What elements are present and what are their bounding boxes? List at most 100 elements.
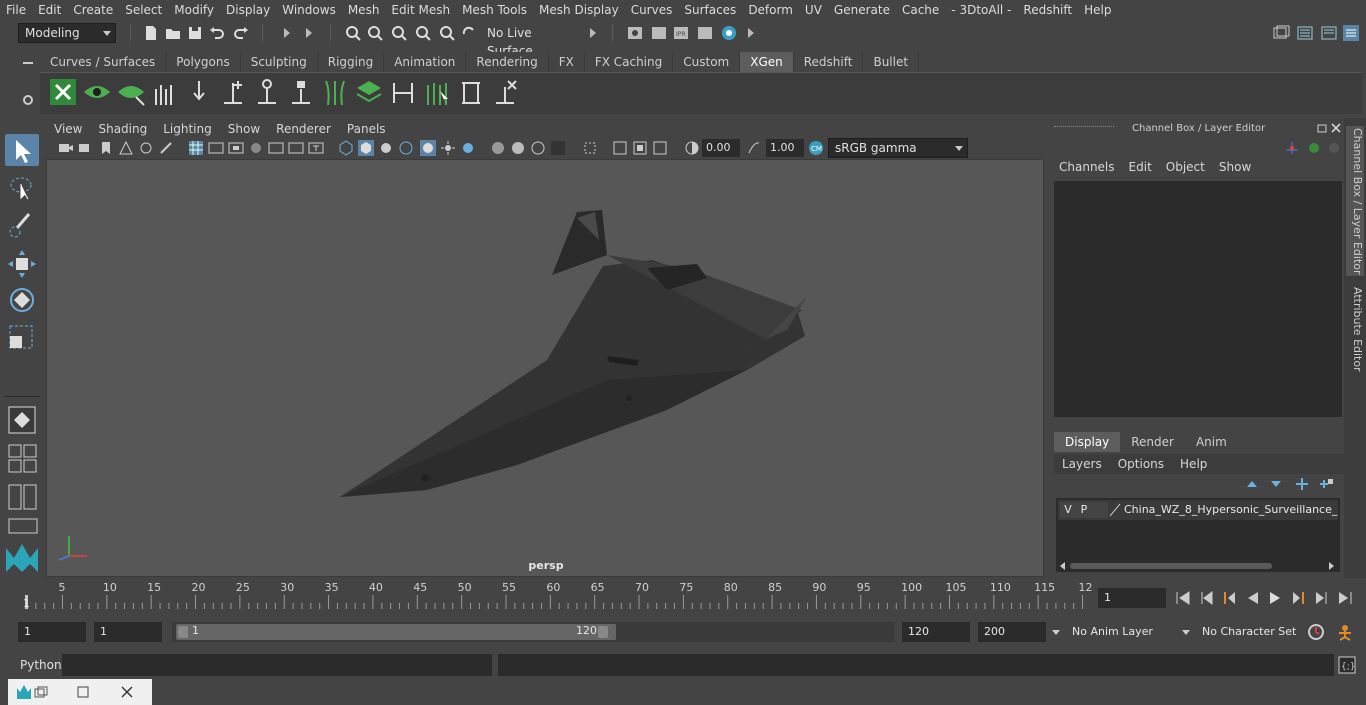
range-slider[interactable]: 1 120 (172, 622, 894, 642)
redo-icon[interactable] (232, 24, 250, 42)
shelf-settings-gear-icon[interactable] (20, 92, 36, 108)
menu-edit[interactable]: Edit (32, 0, 67, 20)
grid-toggle-icon[interactable] (188, 140, 204, 156)
move-layer-down-icon[interactable] (1268, 477, 1284, 491)
layer-row[interactable]: V P China_WZ_8_Hypersonic_Surveillance_D… (1058, 500, 1338, 520)
drone-model[interactable] (47, 160, 1045, 578)
layer-menu-layers[interactable]: Layers (1054, 454, 1110, 474)
snap-view-plane-icon[interactable] (414, 24, 432, 42)
shelf-tab-xgen[interactable]: XGen (740, 52, 794, 72)
play-forwards-icon[interactable] (1266, 589, 1284, 607)
menu-mesh-tools[interactable]: Mesh Tools (456, 0, 533, 20)
render-frame-icon[interactable] (650, 24, 668, 42)
image-plane-icon[interactable] (118, 140, 134, 156)
xgen-editor-icon[interactable] (48, 77, 78, 107)
menu-surfaces[interactable]: Surfaces (678, 0, 742, 20)
xgen-place-guide-icon[interactable] (184, 77, 214, 107)
menu-generate[interactable]: Generate (828, 0, 896, 20)
prev-key-icon[interactable] (1220, 589, 1238, 607)
script-language-label[interactable]: Python (20, 657, 62, 673)
shelf-tab-bullet[interactable]: Bullet (863, 52, 920, 72)
minimized-window[interactable] (8, 679, 152, 705)
layer-display-type-toggle[interactable] (1092, 502, 1108, 518)
resolution-gate-icon[interactable] (228, 140, 244, 156)
menu-redshift[interactable]: Redshift (1017, 0, 1078, 20)
layer-tab-render[interactable]: Render (1120, 432, 1185, 452)
exposure-icon[interactable] (684, 140, 700, 156)
frame-selected-icon[interactable] (632, 140, 648, 156)
snap-curve-icon[interactable] (366, 24, 384, 42)
playback-end-field[interactable]: 120 (902, 622, 970, 642)
collapse-icon[interactable] (742, 24, 760, 42)
menu-edit-mesh[interactable]: Edit Mesh (385, 0, 456, 20)
menu-display[interactable]: Display (220, 0, 276, 20)
panel-menu-shading[interactable]: Shading (90, 122, 155, 136)
new-layer-selected-icon[interactable] (1318, 477, 1334, 491)
go-to-end-icon[interactable] (1336, 589, 1354, 607)
channel-box-toggle-icon[interactable] (1342, 24, 1360, 42)
scene-end-field[interactable]: 200 (978, 622, 1046, 642)
exposure-field[interactable]: 0.00 (702, 139, 740, 157)
layer-tab-display[interactable]: Display (1054, 432, 1121, 452)
soft-select-tool[interactable] (5, 404, 39, 436)
menu-uv[interactable]: UV (799, 0, 828, 20)
scene-start-field[interactable]: 1 (18, 622, 86, 642)
wireframe-on-shaded-icon[interactable] (398, 140, 414, 156)
tab-attribute-editor[interactable]: Attribute Editor (1346, 284, 1364, 374)
tab-channel-box[interactable]: Channel Box / Layer Editor (1346, 126, 1364, 276)
menu-file[interactable]: File (0, 0, 32, 20)
anim-layer-dropdown[interactable]: No Anim Layer (1066, 622, 1174, 642)
gamma-icon[interactable] (746, 140, 762, 156)
maximize-icon[interactable] (76, 685, 90, 699)
channel-menu-object[interactable]: Object (1159, 160, 1212, 178)
wireframe-icon[interactable] (338, 140, 354, 156)
new-layer-icon[interactable] (1294, 477, 1310, 491)
frame-all-icon[interactable] (612, 140, 628, 156)
layout-four-view-icon[interactable] (8, 444, 38, 474)
panel-menu-panels[interactable]: Panels (339, 122, 394, 136)
chevron-down-icon[interactable] (1180, 626, 1192, 638)
select-hierarchy-icon[interactable] (278, 24, 296, 42)
animation-preferences-icon[interactable] (1334, 622, 1356, 642)
depth-of-field-icon[interactable] (550, 140, 566, 156)
screen-space-ao-icon[interactable] (490, 140, 506, 156)
command-input[interactable] (62, 654, 492, 676)
channel-menu-show[interactable]: Show (1212, 160, 1258, 178)
safe-title-icon[interactable] (308, 140, 324, 156)
channel-menu-edit[interactable]: Edit (1122, 160, 1159, 178)
snap-grid-icon[interactable] (344, 24, 362, 42)
use-all-lights-icon[interactable] (440, 140, 456, 156)
motion-blur-icon[interactable] (510, 140, 526, 156)
xgen-guides-to-curves-icon[interactable] (320, 77, 350, 107)
safe-action-icon[interactable] (288, 140, 304, 156)
xgen-scale-guide-icon[interactable] (388, 77, 418, 107)
rotate-tool[interactable] (5, 284, 39, 316)
manipulator-icon[interactable] (1284, 140, 1300, 156)
speed-toggle-icon[interactable] (1306, 140, 1322, 156)
color-management-icon[interactable]: CM (808, 140, 824, 156)
range-start-handle[interactable] (178, 626, 188, 638)
hud-icon[interactable] (652, 140, 668, 156)
panel-menu-show[interactable]: Show (220, 122, 268, 136)
xray-icon[interactable] (420, 140, 436, 156)
xgen-layer-icon[interactable] (354, 77, 384, 107)
layer-menu-help[interactable]: Help (1172, 454, 1215, 474)
range-slider-bar[interactable] (176, 624, 616, 640)
scroll-right-icon[interactable] (1326, 561, 1336, 571)
paint-select-tool[interactable] (5, 210, 39, 242)
undo-icon[interactable] (208, 24, 226, 42)
shelf-menu-icon[interactable] (20, 58, 36, 68)
xgen-select-guide-icon[interactable] (422, 77, 452, 107)
gamma-field[interactable]: 1.00 (766, 139, 804, 157)
layer-playback-toggle[interactable]: P (1076, 502, 1092, 518)
grease-pencil-icon[interactable] (158, 140, 174, 156)
shelf-tab-curves-surfaces[interactable]: Curves / Surfaces (40, 52, 167, 72)
default-material-icon[interactable] (378, 140, 394, 156)
scale-tool[interactable] (5, 320, 39, 352)
scroll-left-icon[interactable] (1058, 561, 1068, 571)
snap-point-icon[interactable] (390, 24, 408, 42)
select-object-icon[interactable] (300, 24, 318, 42)
panel-menu-renderer[interactable]: Renderer (268, 122, 339, 136)
film-gate-icon[interactable] (208, 140, 224, 156)
script-editor-icon[interactable]: {;} (1338, 656, 1356, 674)
